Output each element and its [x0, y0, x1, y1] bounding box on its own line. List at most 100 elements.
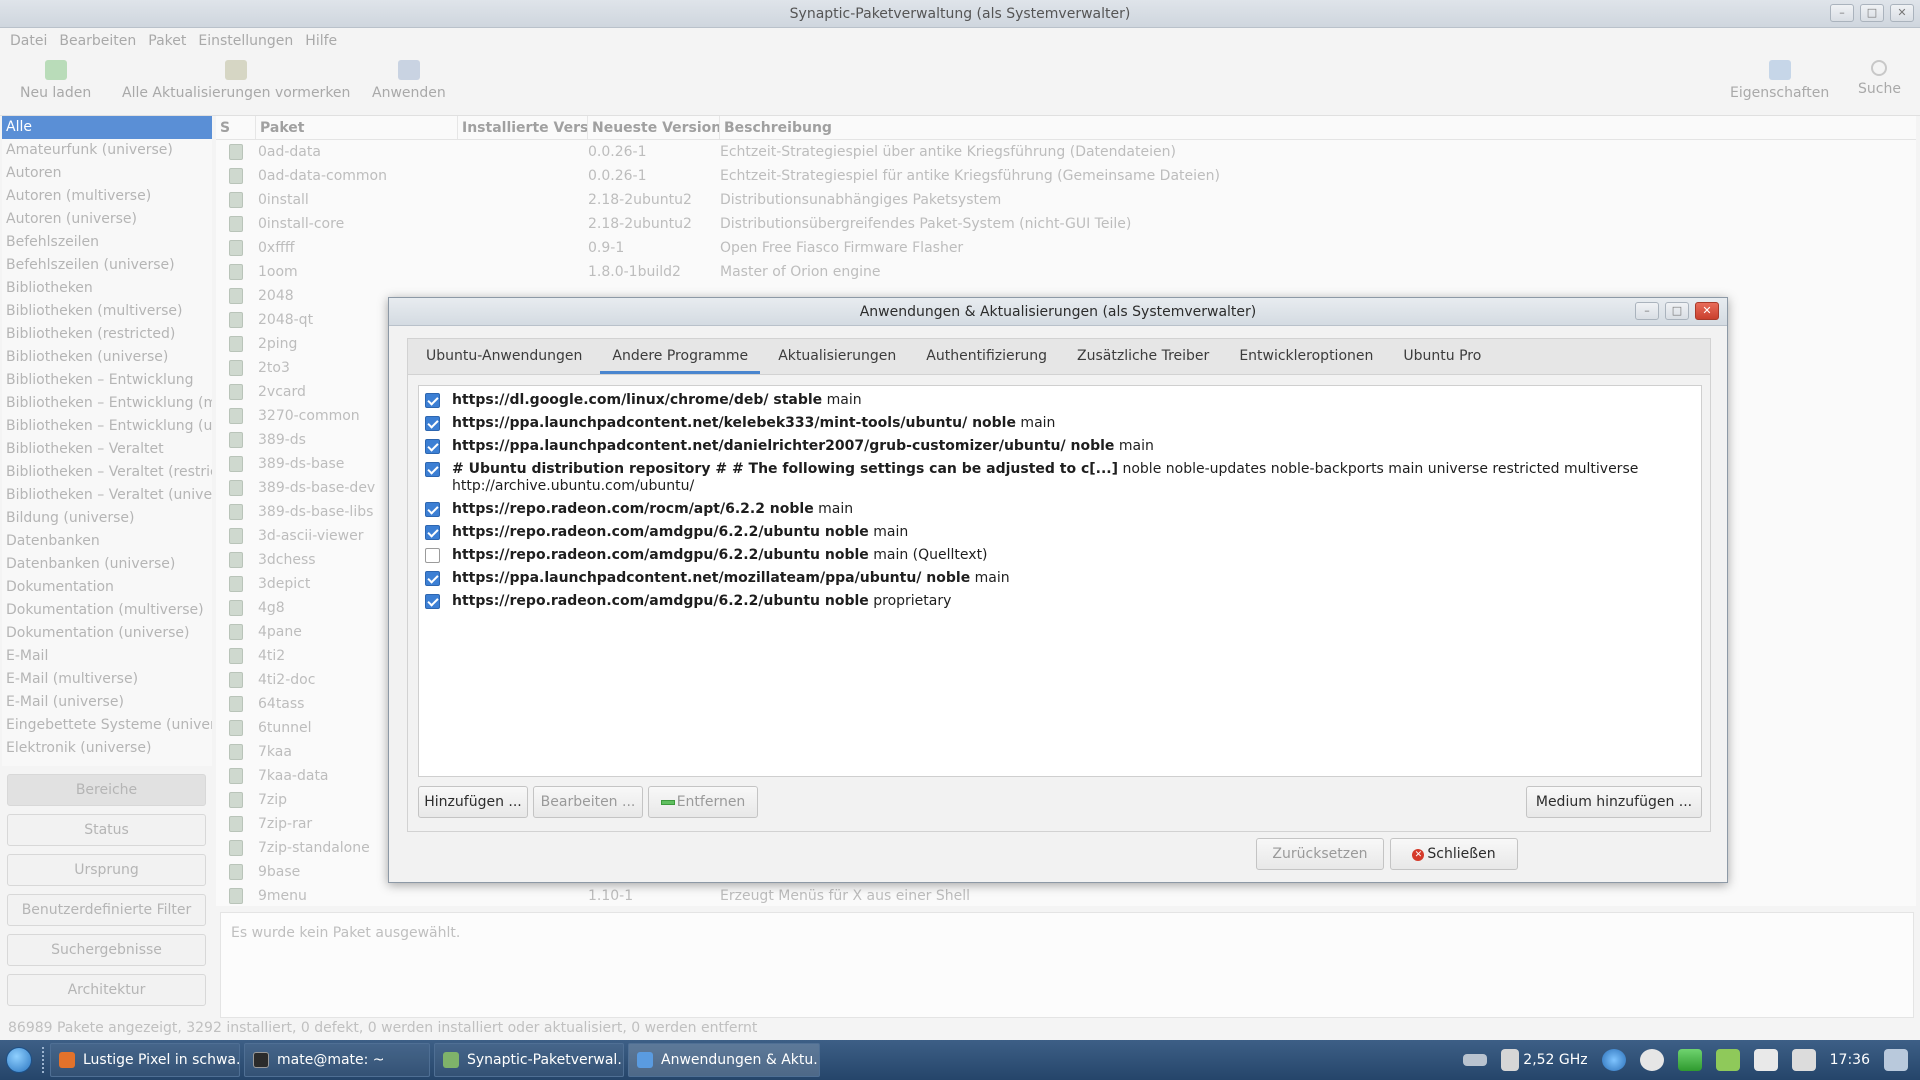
add-media-button[interactable]: Medium hinzufügen ... — [1526, 786, 1702, 818]
package-status-icon[interactable] — [229, 744, 243, 760]
col-installed[interactable]: Installierte Version — [458, 116, 588, 139]
source-row[interactable]: https://dl.google.com/linux/chrome/deb/ … — [419, 389, 1701, 412]
battery-icon[interactable] — [1715, 1049, 1740, 1071]
reload-button[interactable]: Neu laden — [20, 60, 91, 101]
reset-button[interactable]: Zurücksetzen — [1256, 838, 1384, 870]
origin-button[interactable]: Ursprung — [7, 854, 206, 886]
volume-icon[interactable] — [1791, 1049, 1816, 1071]
package-status-icon[interactable] — [229, 264, 243, 280]
package-status-icon[interactable] — [229, 576, 243, 592]
package-status-icon[interactable] — [229, 696, 243, 712]
package-status-icon[interactable] — [229, 840, 243, 856]
minimize-button[interactable]: – — [1830, 4, 1854, 22]
filter-item[interactable]: E-Mail — [2, 645, 212, 668]
table-row[interactable]: 0xffff 0.9-1 Open Free Fiasco Firmware Fla… — [216, 236, 1916, 260]
clock[interactable]: 17:36 — [1830, 1052, 1870, 1068]
package-status-icon[interactable] — [229, 552, 243, 568]
source-row[interactable]: https://repo.radeon.com/amdgpu/6.2.2/ubu… — [419, 521, 1701, 544]
package-status-icon[interactable] — [229, 312, 243, 328]
package-status-icon[interactable] — [229, 216, 243, 232]
dialog-close-button[interactable]: ✕ — [1695, 302, 1719, 320]
filter-item[interactable]: Bibliotheken – Veraltet (restrict — [2, 461, 212, 484]
menu-datei[interactable]: Datei — [4, 33, 53, 49]
search-button[interactable]: Suche — [1858, 60, 1901, 97]
task-terminal[interactable]: mate@mate: ~ — [244, 1043, 430, 1077]
source-row[interactable]: https://repo.radeon.com/rocm/apt/6.2.2 n… — [419, 498, 1701, 521]
source-checkbox[interactable] — [425, 502, 440, 517]
status-button[interactable]: Status — [7, 814, 206, 846]
package-status-icon[interactable] — [229, 792, 243, 808]
mark-all-upgrades-button[interactable]: Alle Aktualisierungen vormerken — [122, 60, 350, 101]
package-status-icon[interactable] — [229, 456, 243, 472]
package-status-icon[interactable] — [229, 168, 243, 184]
remove-source-button[interactable]: Entfernen — [648, 786, 758, 818]
package-status-icon[interactable] — [229, 816, 243, 832]
update-notifier-icon[interactable] — [1639, 1049, 1664, 1071]
drive-icon[interactable] — [1463, 1054, 1488, 1066]
package-status-icon[interactable] — [229, 624, 243, 640]
filter-item[interactable]: Bibliotheken (universe) — [2, 346, 212, 369]
package-status-icon[interactable] — [229, 192, 243, 208]
filter-item[interactable]: Bibliotheken (restricted) — [2, 323, 212, 346]
menu-bearbeiten[interactable]: Bearbeiten — [53, 33, 142, 49]
filter-item[interactable]: Elektronik (universe) — [2, 737, 212, 760]
package-status-icon[interactable] — [229, 240, 243, 256]
filter-item[interactable]: Autoren (universe) — [2, 208, 212, 231]
package-status-icon[interactable] — [229, 888, 243, 904]
source-row[interactable]: https://ppa.launchpadcontent.net/kelebek… — [419, 412, 1701, 435]
dialog-maximize-button[interactable]: □ — [1665, 302, 1689, 320]
table-row[interactable]: 0ad-data 0.0.26-1 Echtzeit-Strategiespiel … — [216, 140, 1916, 164]
filter-item[interactable]: Bibliotheken – Entwicklung (uni — [2, 415, 212, 438]
table-row[interactable]: 9menu 1.10-1 Erzeugt Menüs für X aus einer… — [216, 884, 1916, 908]
edit-source-button[interactable]: Bearbeiten ... — [533, 786, 643, 818]
package-status-icon[interactable] — [229, 864, 243, 880]
package-status-icon[interactable] — [229, 336, 243, 352]
menu-hilfe[interactable]: Hilfe — [299, 33, 343, 49]
package-status-icon[interactable] — [229, 720, 243, 736]
tab-ubuntu-pro[interactable]: Ubuntu Pro — [1391, 339, 1493, 374]
package-status-icon[interactable] — [229, 384, 243, 400]
task-software-sources[interactable]: Anwendungen & Aktu... — [628, 1043, 820, 1077]
package-status-icon[interactable] — [229, 288, 243, 304]
filter-item[interactable]: Dokumentation — [2, 576, 212, 599]
source-row[interactable]: # Ubuntu distribution repository # # The… — [419, 458, 1701, 498]
package-status-icon[interactable] — [229, 528, 243, 544]
close-button[interactable]: ✕ — [1890, 4, 1914, 22]
package-status-icon[interactable] — [229, 360, 243, 376]
tab-other-software[interactable]: Andere Programme — [600, 339, 761, 374]
menu-paket[interactable]: Paket — [142, 33, 192, 49]
source-checkbox[interactable] — [425, 393, 440, 408]
filter-item[interactable]: Eingebettete Systeme (universe — [2, 714, 212, 737]
dialog-minimize-button[interactable]: – — [1635, 302, 1659, 320]
filter-item[interactable]: Befehlszeilen — [2, 231, 212, 254]
filter-item[interactable]: Datenbanken (universe) — [2, 553, 212, 576]
source-row[interactable]: https://ppa.launchpadcontent.net/mozilla… — [419, 567, 1701, 590]
table-row[interactable]: 0ad-data-common 0.0.26-1 Echtzeit-Strategi… — [216, 164, 1916, 188]
package-status-icon[interactable] — [229, 504, 243, 520]
properties-button[interactable]: Eigenschaften — [1730, 60, 1829, 101]
filter-item[interactable]: Bibliotheken – Entwicklung — [2, 369, 212, 392]
package-status-icon[interactable] — [229, 672, 243, 688]
filter-item[interactable]: Befehlszeilen (universe) — [2, 254, 212, 277]
filter-item[interactable]: Alle — [2, 116, 212, 139]
filter-item[interactable]: Bibliotheken – Entwicklung (mu — [2, 392, 212, 415]
network-globe-icon[interactable] — [1601, 1049, 1626, 1071]
filter-item[interactable]: Dokumentation (multiverse) — [2, 599, 212, 622]
add-source-button[interactable]: Hinzufügen ... — [418, 786, 528, 818]
source-checkbox[interactable] — [425, 439, 440, 454]
package-status-icon[interactable] — [229, 480, 243, 496]
task-synaptic[interactable]: Synaptic-Paketverwal... — [434, 1043, 624, 1077]
user-icon[interactable] — [1884, 1049, 1908, 1071]
source-checkbox[interactable] — [425, 416, 440, 431]
filter-item[interactable]: Amateurfunk (universe) — [2, 139, 212, 162]
source-checkbox[interactable] — [425, 462, 440, 477]
package-status-icon[interactable] — [229, 768, 243, 784]
maximize-button[interactable]: □ — [1860, 4, 1884, 22]
source-row[interactable]: https://repo.radeon.com/amdgpu/6.2.2/ubu… — [419, 590, 1701, 613]
tab-updates[interactable]: Aktualisierungen — [766, 339, 908, 374]
sections-button[interactable]: Bereiche — [7, 774, 206, 806]
dialog-close-action-button[interactable]: ✕ Schließen — [1390, 838, 1518, 870]
filter-item[interactable]: Bibliotheken – Veraltet — [2, 438, 212, 461]
architecture-button[interactable]: Architektur — [7, 974, 206, 1006]
tab-additional-drivers[interactable]: Zusätzliche Treiber — [1065, 339, 1221, 374]
